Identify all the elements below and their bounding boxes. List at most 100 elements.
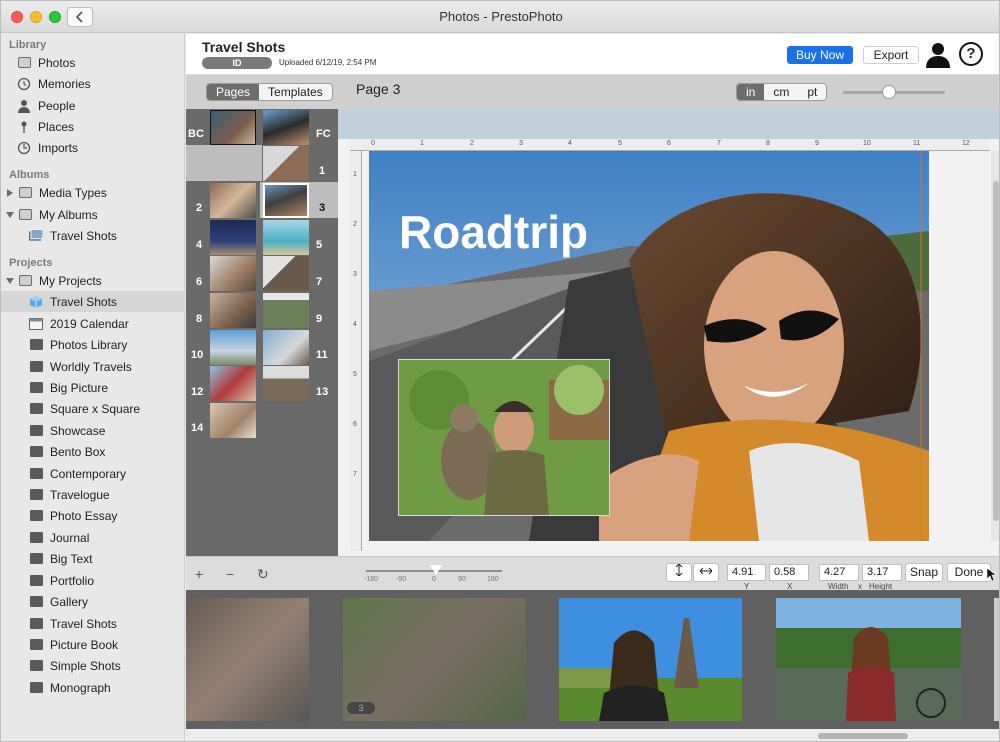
book-page[interactable]: Roadtrip <box>369 151 929 541</box>
page-thumbnail-4[interactable] <box>210 220 256 255</box>
strip-horizontal-scrollbar[interactable] <box>186 729 999 741</box>
zoom-slider[interactable] <box>843 85 945 99</box>
ruler-tick: 11 <box>913 140 921 147</box>
page-thumbnail-6[interactable] <box>210 256 256 291</box>
sidebar-item-square-x-square[interactable]: Square x Square <box>1 398 185 419</box>
scrollbar-thumb[interactable] <box>818 733 908 739</box>
sidebar-item-bento-box[interactable]: Bento Box <box>1 441 185 462</box>
page-thumbnail-13[interactable] <box>263 366 309 401</box>
sidebar-item-memories[interactable]: Memories <box>1 73 185 94</box>
page-title-text[interactable]: Roadtrip <box>399 205 588 259</box>
sidebar-item-showcase[interactable]: Showcase <box>1 420 185 441</box>
unit-in-button[interactable]: in <box>737 84 765 100</box>
ruler-tick: 4 <box>353 321 357 328</box>
buy-now-button[interactable]: Buy Now <box>787 46 853 64</box>
fit-height-button[interactable] <box>666 563 692 582</box>
memories-icon <box>17 77 31 90</box>
sidebar-item-imports[interactable]: Imports <box>1 137 185 158</box>
sidebar-item-worldly-travels[interactable]: Worldly Travels <box>1 356 185 377</box>
id-badge[interactable]: ID <box>202 57 272 69</box>
add-icon[interactable]: + <box>195 566 203 582</box>
user-icon[interactable] <box>926 42 950 68</box>
page-thumbnail-fc[interactable] <box>263 110 309 145</box>
page-thumbnail-11[interactable] <box>263 330 309 365</box>
disclosure-down-icon[interactable] <box>6 211 14 218</box>
sidebar-item-my-albums[interactable]: My Albums <box>1 204 185 225</box>
unit-cm-button[interactable]: cm <box>764 84 798 100</box>
strip-photo[interactable] <box>186 598 309 721</box>
disclosure-down-icon[interactable] <box>6 277 14 284</box>
editor-toolbar: Pages Templates Page 3 in cm pt <box>186 75 999 109</box>
page-thumbnail-bc[interactable] <box>210 110 256 145</box>
sidebar-item-photo-essay[interactable]: Photo Essay <box>1 505 185 526</box>
sidebar-item-label: Gallery <box>50 594 89 609</box>
strip-photo[interactable] <box>776 598 961 721</box>
folder-icon <box>18 187 32 199</box>
unit-selector: in cm pt <box>736 83 828 101</box>
photo-book-icon <box>29 532 43 544</box>
sidebar-item-travelogue[interactable]: Travelogue <box>1 484 185 505</box>
tab-templates[interactable]: Templates <box>259 84 332 100</box>
inset-photo[interactable] <box>398 359 610 516</box>
sidebar-item-simple-shots[interactable]: Simple Shots <box>1 655 185 676</box>
export-button[interactable]: Export <box>863 46 919 64</box>
page-thumbnail-12[interactable] <box>210 366 256 401</box>
page-number: 13 <box>316 386 329 398</box>
sidebar-item-monograph[interactable]: Monograph <box>1 677 185 698</box>
help-icon[interactable]: ? <box>959 42 983 66</box>
rotate-icon[interactable]: ↻ <box>257 566 269 583</box>
sidebar-item-people[interactable]: People <box>1 95 185 116</box>
page-thumbnail-9[interactable] <box>263 293 309 328</box>
photo-book-icon <box>29 361 43 373</box>
width-field[interactable]: 4.27 <box>819 564 859 581</box>
sidebar-item-photos[interactable]: Photos <box>1 52 185 73</box>
sidebar-item-photos-library[interactable]: Photos Library <box>1 334 185 355</box>
sidebar-item-portfolio[interactable]: Portfolio <box>1 570 185 591</box>
ruler-tick: 1 <box>420 140 424 147</box>
sidebar-item-big-picture[interactable]: Big Picture <box>1 377 185 398</box>
rotation-slider[interactable] <box>366 565 502 575</box>
sidebar-item-media-types[interactable]: Media Types <box>1 182 185 203</box>
sidebar-item-travel-shots-album[interactable]: Travel Shots <box>1 225 185 246</box>
sidebar-item-gallery[interactable]: Gallery <box>1 591 185 612</box>
rotation-slider-knob[interactable] <box>430 565 442 575</box>
x-position-field[interactable]: 0.58 <box>769 564 809 581</box>
main-area: Travel Shots ID Uploaded 6/12/19, 2:54 P… <box>186 34 999 741</box>
sidebar-item-travel-shots-project[interactable]: Travel Shots <box>1 291 185 312</box>
sidebar-item-contemporary[interactable]: Contemporary <box>1 463 185 484</box>
disclosure-right-icon[interactable] <box>7 188 13 197</box>
page-thumbnail-3[interactable] <box>263 183 309 218</box>
page-thumbnail-10[interactable] <box>210 330 256 365</box>
remove-icon[interactable]: − <box>226 566 234 582</box>
photo-book-icon <box>29 510 43 522</box>
sidebar-item-2019-calendar[interactable]: 2019 Calendar <box>1 313 185 334</box>
tab-pages[interactable]: Pages <box>207 84 260 100</box>
sidebar-item-my-projects[interactable]: My Projects <box>1 270 185 291</box>
y-position-field[interactable]: 4.91 <box>727 564 766 581</box>
height-field[interactable]: 3.17 <box>862 564 902 581</box>
strip-photo[interactable] <box>994 598 999 721</box>
page-thumbnail-8[interactable] <box>210 293 256 328</box>
done-button[interactable]: Done <box>947 563 991 582</box>
zoom-slider-knob[interactable] <box>881 85 896 99</box>
ruler-tick: 0 <box>371 140 375 147</box>
page-thumbnail-5[interactable] <box>263 220 309 255</box>
fit-width-button[interactable] <box>693 563 719 582</box>
page-thumbnail-14[interactable] <box>210 403 256 438</box>
page-number: 5 <box>316 239 323 251</box>
sidebar-item-journal[interactable]: Journal <box>1 527 185 548</box>
strip-photo[interactable]: 3 <box>343 598 526 721</box>
canvas-vertical-scrollbar[interactable] <box>991 151 999 541</box>
strip-photo[interactable] <box>559 598 742 721</box>
page-thumbnail-1[interactable] <box>263 146 309 181</box>
unit-pt-button[interactable]: pt <box>798 84 826 100</box>
title-bar: Photos - PrestoPhoto <box>1 1 999 33</box>
page-thumbnail-7[interactable] <box>263 256 309 291</box>
sidebar-item-picture-book[interactable]: Picture Book <box>1 634 185 655</box>
page-thumbnail-2[interactable] <box>210 183 256 218</box>
sidebar-item-big-text[interactable]: Big Text <box>1 548 185 569</box>
sidebar-item-travel-shots-book[interactable]: Travel Shots <box>1 613 185 634</box>
snap-button[interactable]: Snap <box>905 563 943 582</box>
sidebar-item-label: Imports <box>38 140 79 155</box>
sidebar-item-places[interactable]: Places <box>1 116 185 137</box>
